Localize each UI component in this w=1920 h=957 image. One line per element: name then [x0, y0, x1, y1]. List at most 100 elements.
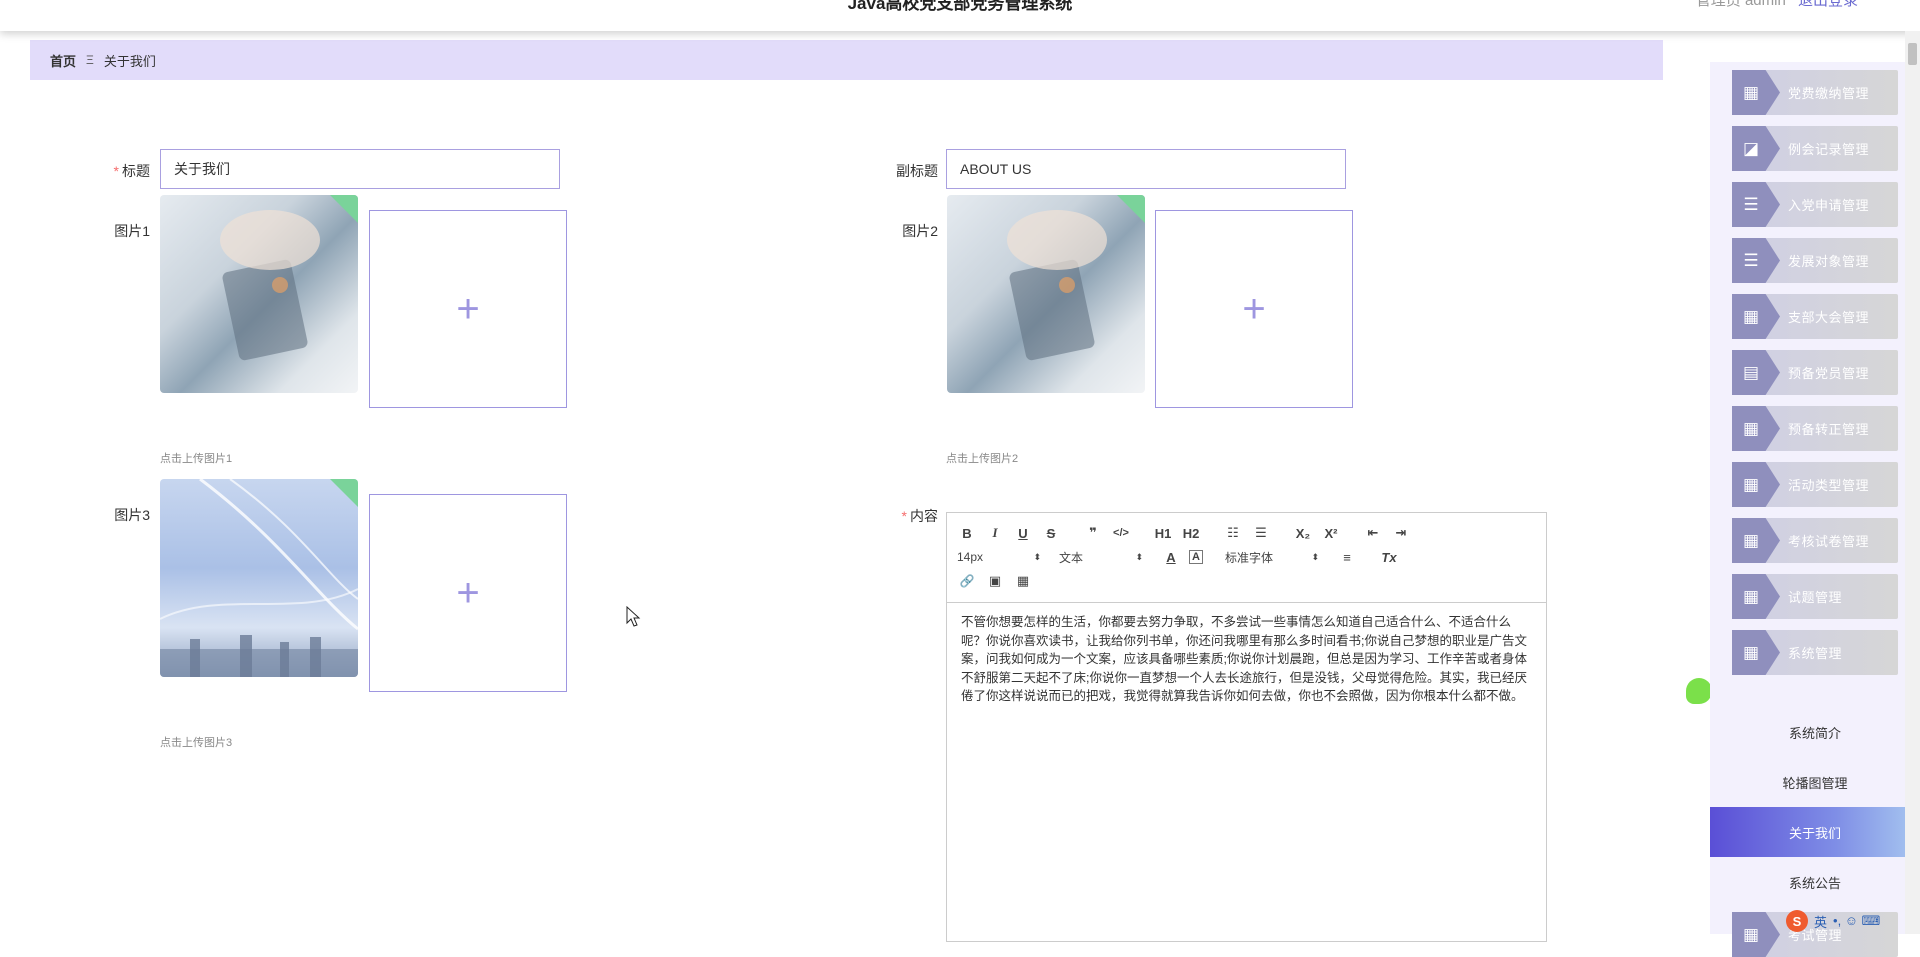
outdent-icon[interactable]: ⇤ [1363, 525, 1383, 541]
breadcrumb-separator: Ξ [86, 53, 94, 67]
breadcrumb-home[interactable]: 首页 [50, 51, 76, 70]
logout-link[interactable]: 退出登录 [1798, 0, 1858, 9]
sidebar-item[interactable]: ▦ 活动类型管理 [1732, 462, 1898, 507]
sidebar-item[interactable]: ▦ 考核试卷管理 [1732, 518, 1898, 563]
sidebar-item[interactable]: ☰ 入党申请管理 [1732, 182, 1898, 227]
sidebar-item[interactable]: ☰ 发展对象管理 [1732, 238, 1898, 283]
sidebar-item[interactable]: ▦ 试题管理 [1732, 574, 1898, 619]
pic3-thumbnail[interactable] [160, 479, 358, 677]
upload-success-corner [1117, 195, 1145, 223]
content-label: * 内容 [901, 508, 938, 524]
upload-success-corner [330, 195, 358, 223]
select-arrow-icon: ⬍ [1311, 551, 1319, 562]
pic1-upload-button[interactable]: + [369, 210, 567, 408]
clipboard-icon: ▤ [1742, 362, 1760, 382]
ordered-list-icon[interactable]: ☷ [1223, 525, 1243, 541]
grid-icon: ▦ [1742, 82, 1760, 102]
breadcrumb: 首页 Ξ 关于我们 [30, 40, 1663, 80]
h1-button[interactable]: H1 [1153, 526, 1173, 541]
sidebar-item-label: 活动类型管理 [1788, 478, 1870, 493]
subtitle-label: 副标题 [896, 163, 938, 179]
link-icon[interactable]: 🔗 [957, 574, 977, 588]
title-label: * 标题 [113, 163, 150, 179]
sidebar-menu: ▦ 党费缴纳管理 ◪ 例会记录管理 ☰ 入党申请管理 ☰ 发展对象管理 ▦ 支部大会管理 ▤ 预备党员… [1710, 62, 1920, 957]
upload-success-corner [330, 479, 358, 507]
grid-icon: ▦ [1742, 530, 1760, 550]
header-select[interactable]: 文本 ⬍ [1059, 549, 1143, 566]
pic2-label: 图片2 [902, 223, 938, 239]
code-block-icon[interactable]: </> [1111, 527, 1131, 539]
ime-toolbar[interactable]: S 英 •, ☺ ⌨ [1786, 908, 1920, 934]
h2-button[interactable]: H2 [1181, 526, 1201, 541]
strike-button[interactable]: S [1041, 526, 1061, 541]
table-icon: ▦ [1742, 418, 1760, 438]
sidebar-sub-item[interactable]: 轮播图管理 [1710, 757, 1920, 807]
sidebar-item[interactable]: ▦ 支部大会管理 [1732, 294, 1898, 339]
grid-icon: ▦ [1742, 306, 1760, 326]
grid-icon: ▦ [1742, 474, 1760, 494]
floating-widget[interactable] [1686, 678, 1712, 704]
sidebar-item-label: 预备转正管理 [1788, 422, 1870, 437]
clear-format-icon[interactable]: Tx [1379, 550, 1399, 565]
sidebar-sub-item[interactable]: 系统公告 [1710, 857, 1920, 907]
sidebar-item[interactable]: ▦ 预备转正管理 [1732, 406, 1898, 451]
sidebar-item-label: 入党申请管理 [1788, 198, 1870, 213]
sidebar-item-label: 系统管理 [1788, 646, 1843, 661]
font-family-select[interactable]: 标准字体 ⬍ [1225, 549, 1319, 566]
font-size-select[interactable]: 14px ⬍ [957, 550, 1041, 564]
text-color-icon[interactable]: A [1161, 550, 1181, 565]
select-arrow-icon: ⬍ [1033, 551, 1041, 562]
rich-text-editor[interactable]: B I U S ❞ </> H1 H2 ☷ ☰ X₂ X² ⇤ ⇥ 14px ⬍ … [946, 512, 1547, 942]
indent-icon[interactable]: ⇥ [1391, 525, 1411, 541]
subscript-button[interactable]: X₂ [1293, 526, 1313, 541]
grid-icon: ▦ [1742, 586, 1760, 606]
mouse-cursor-icon [626, 606, 641, 627]
required-mark: * [901, 508, 907, 524]
grid-icon: ▦ [1742, 642, 1760, 662]
superscript-button[interactable]: X² [1321, 526, 1341, 541]
page-scrollbar[interactable] [1905, 31, 1920, 934]
ime-language: 英 [1814, 914, 1828, 930]
user-name: 管理员 admin [1695, 0, 1786, 9]
sidebar-sub-item-active[interactable]: 关于我们 [1710, 807, 1920, 857]
underline-button[interactable]: U [1013, 526, 1033, 541]
editor-content[interactable]: 不管你想要怎样的生活，你都要去努力争取，不多尝试一些事情怎么知道自己适合什么、不… [947, 603, 1546, 706]
app-title: Java高校党支部党务管理系统 [847, 0, 1073, 13]
video-icon[interactable]: ▦ [1013, 573, 1033, 589]
sidebar-item[interactable]: ◪ 例会记录管理 [1732, 126, 1898, 171]
italic-button[interactable]: I [985, 525, 1005, 541]
chart-icon: ◪ [1742, 138, 1760, 158]
scrollbar-thumb[interactable] [1908, 43, 1917, 65]
plus-icon: + [456, 287, 480, 331]
pic2-image [1007, 210, 1107, 361]
required-mark: * [113, 163, 119, 179]
breadcrumb-current: 关于我们 [103, 53, 156, 69]
sidebar-sub-item[interactable]: 系统简介 [1710, 707, 1920, 757]
sidebar-item-label: 党费缴纳管理 [1788, 86, 1870, 101]
sidebar-item-label: 试题管理 [1788, 590, 1843, 605]
sidebar-item[interactable]: ▦ 系统管理 [1732, 630, 1898, 675]
pic2-upload-button[interactable]: + [1155, 210, 1353, 408]
grid-icon: ▦ [1742, 924, 1760, 944]
background-color-icon[interactable]: A [1189, 550, 1203, 564]
image-icon[interactable]: ▣ [985, 573, 1005, 589]
pic2-thumbnail[interactable] [947, 195, 1145, 393]
blockquote-icon[interactable]: ❞ [1083, 525, 1103, 541]
subtitle-input[interactable]: ABOUT US [946, 149, 1346, 189]
ime-tools: •, ☺ ⌨ [1833, 913, 1881, 928]
sidebar-item[interactable]: ▦ 党费缴纳管理 [1732, 70, 1898, 115]
title-input[interactable]: 关于我们 [160, 149, 560, 189]
pic3-upload-button[interactable]: + [369, 494, 567, 692]
sidebar-item-label: 发展对象管理 [1788, 254, 1870, 269]
pic1-thumbnail[interactable] [160, 195, 358, 393]
list-icon: ☰ [1743, 250, 1759, 270]
bold-button[interactable]: B [957, 526, 977, 541]
sidebar-item[interactable]: ▤ 预备党员管理 [1732, 350, 1898, 395]
editor-toolbar: B I U S ❞ </> H1 H2 ☷ ☰ X₂ X² ⇤ ⇥ 14px ⬍ … [947, 513, 1546, 603]
bullet-list-icon[interactable]: ☰ [1251, 525, 1271, 541]
plus-icon: + [1242, 287, 1266, 331]
pic1-image [220, 210, 320, 361]
align-icon[interactable]: ≡ [1337, 550, 1357, 565]
pic3-hint: 点击上传图片3 [160, 737, 233, 749]
sogou-logo-icon: S [1786, 910, 1808, 932]
